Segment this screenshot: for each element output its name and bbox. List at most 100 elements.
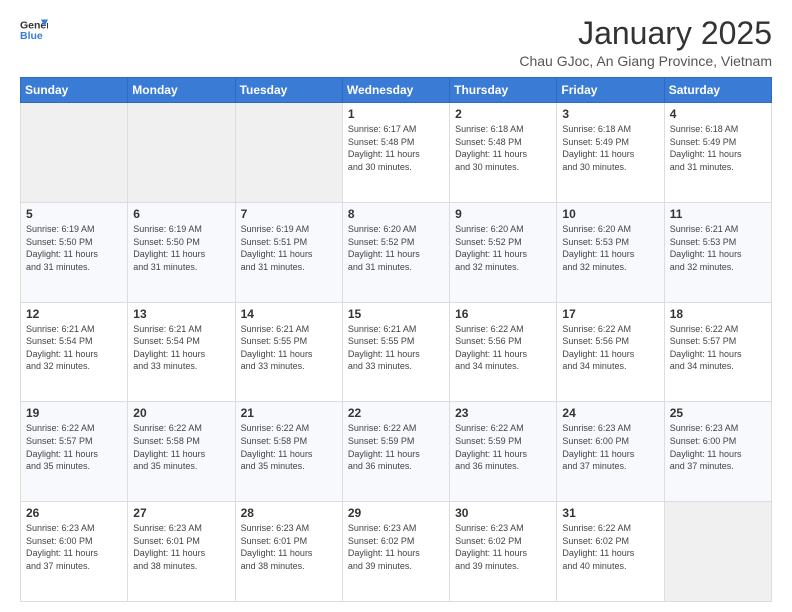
calendar-cell: 19Sunrise: 6:22 AM Sunset: 5:57 PM Dayli… — [21, 402, 128, 502]
calendar-cell: 31Sunrise: 6:22 AM Sunset: 6:02 PM Dayli… — [557, 502, 664, 602]
header-tuesday: Tuesday — [235, 78, 342, 103]
calendar-cell: 28Sunrise: 6:23 AM Sunset: 6:01 PM Dayli… — [235, 502, 342, 602]
week-row-1: 5 Sunrise: 6:19 AM Sunset: 5:50 PM Daylig… — [21, 202, 772, 302]
day-info: Sunrise: 6:17 AM Sunset: 5:48 PM Dayligh… — [348, 123, 444, 173]
calendar-cell: 18Sunrise: 6:22 AM Sunset: 5:57 PM Dayli… — [664, 302, 771, 402]
day-number: 23 — [455, 406, 551, 420]
week-row-2: 12Sunrise: 6:21 AM Sunset: 5:54 PM Dayli… — [21, 302, 772, 402]
header-saturday: Saturday — [664, 78, 771, 103]
day-number: 18 — [670, 307, 766, 321]
week-row-3: 19Sunrise: 6:22 AM Sunset: 5:57 PM Dayli… — [21, 402, 772, 502]
day-number: 31 — [562, 506, 658, 520]
week-row-4: 26 Sunrise: 6:23 AM Sunset: 6:00 PM Dayli… — [21, 502, 772, 602]
calendar-cell — [235, 103, 342, 203]
calendar-cell: 1 Sunrise: 6:17 AM Sunset: 5:48 PM Daylig… — [342, 103, 449, 203]
calendar-subtitle: Chau GJoc, An Giang Province, Vietnam — [519, 53, 772, 69]
day-number: 2 — [455, 107, 551, 121]
calendar-cell: 26 Sunrise: 6:23 AM Sunset: 6:00 PM Dayli… — [21, 502, 128, 602]
day-number: 20 — [133, 406, 229, 420]
day-number: 14 — [241, 307, 337, 321]
day-number: 13 — [133, 307, 229, 321]
day-info: Sunrise: 6:18 AM Sunset: 5:49 PM Dayligh… — [562, 123, 658, 173]
day-number: 11 — [670, 207, 766, 221]
day-number: 26 — [26, 506, 122, 520]
header-monday: Monday — [128, 78, 235, 103]
day-number: 5 — [26, 207, 122, 221]
calendar-cell: 10 Sunrise: 6:20 AM Sunset: 5:53 PM Dayli… — [557, 202, 664, 302]
calendar-cell: 9 Sunrise: 6:20 AM Sunset: 5:52 PM Daylig… — [450, 202, 557, 302]
calendar-cell: 25 Sunrise: 6:23 AM Sunset: 6:00 PM Dayli… — [664, 402, 771, 502]
calendar-cell: 27Sunrise: 6:23 AM Sunset: 6:01 PM Dayli… — [128, 502, 235, 602]
calendar-cell: 16Sunrise: 6:22 AM Sunset: 5:56 PM Dayli… — [450, 302, 557, 402]
day-info: Sunrise: 6:22 AM Sunset: 5:58 PM Dayligh… — [133, 422, 229, 472]
day-number: 7 — [241, 207, 337, 221]
day-number: 28 — [241, 506, 337, 520]
calendar-cell — [664, 502, 771, 602]
day-info: Sunrise: 6:20 AM Sunset: 5:53 PM Dayligh… — [562, 223, 658, 273]
header-wednesday: Wednesday — [342, 78, 449, 103]
day-number: 25 — [670, 406, 766, 420]
day-number: 4 — [670, 107, 766, 121]
day-number: 24 — [562, 406, 658, 420]
day-number: 1 — [348, 107, 444, 121]
day-number: 27 — [133, 506, 229, 520]
day-info: Sunrise: 6:23 AM Sunset: 6:02 PM Dayligh… — [348, 522, 444, 572]
day-info: Sunrise: 6:22 AM Sunset: 5:56 PM Dayligh… — [562, 323, 658, 373]
calendar-cell: 2 Sunrise: 6:18 AM Sunset: 5:48 PM Daylig… — [450, 103, 557, 203]
day-number: 10 — [562, 207, 658, 221]
svg-text:Blue: Blue — [20, 30, 43, 42]
day-number: 21 — [241, 406, 337, 420]
calendar-cell: 6Sunrise: 6:19 AM Sunset: 5:50 PM Daylig… — [128, 202, 235, 302]
header-friday: Friday — [557, 78, 664, 103]
day-number: 22 — [348, 406, 444, 420]
day-number: 16 — [455, 307, 551, 321]
day-info: Sunrise: 6:22 AM Sunset: 5:59 PM Dayligh… — [455, 422, 551, 472]
calendar-cell — [128, 103, 235, 203]
calendar-cell — [21, 103, 128, 203]
day-number: 30 — [455, 506, 551, 520]
calendar-cell: 24Sunrise: 6:23 AM Sunset: 6:00 PM Dayli… — [557, 402, 664, 502]
day-number: 29 — [348, 506, 444, 520]
calendar-cell: 12Sunrise: 6:21 AM Sunset: 5:54 PM Dayli… — [21, 302, 128, 402]
calendar-cell: 8 Sunrise: 6:20 AM Sunset: 5:52 PM Daylig… — [342, 202, 449, 302]
calendar-cell: 30Sunrise: 6:23 AM Sunset: 6:02 PM Dayli… — [450, 502, 557, 602]
calendar-cell: 29 Sunrise: 6:23 AM Sunset: 6:02 PM Dayli… — [342, 502, 449, 602]
day-info: Sunrise: 6:22 AM Sunset: 5:57 PM Dayligh… — [26, 422, 122, 472]
day-info: Sunrise: 6:19 AM Sunset: 5:51 PM Dayligh… — [241, 223, 337, 273]
logo: General Blue — [20, 16, 48, 44]
calendar-cell: 13 Sunrise: 6:21 AM Sunset: 5:54 PM Dayli… — [128, 302, 235, 402]
calendar-table: SundayMondayTuesdayWednesdayThursdayFrid… — [20, 77, 772, 602]
day-number: 9 — [455, 207, 551, 221]
day-number: 15 — [348, 307, 444, 321]
day-info: Sunrise: 6:23 AM Sunset: 6:00 PM Dayligh… — [670, 422, 766, 472]
calendar-cell: 5 Sunrise: 6:19 AM Sunset: 5:50 PM Daylig… — [21, 202, 128, 302]
day-info: Sunrise: 6:19 AM Sunset: 5:50 PM Dayligh… — [26, 223, 122, 273]
calendar-cell: 7 Sunrise: 6:19 AM Sunset: 5:51 PM Daylig… — [235, 202, 342, 302]
calendar-cell: 17 Sunrise: 6:22 AM Sunset: 5:56 PM Dayli… — [557, 302, 664, 402]
calendar-cell: 22 Sunrise: 6:22 AM Sunset: 5:59 PM Dayli… — [342, 402, 449, 502]
day-number: 6 — [133, 207, 229, 221]
day-info: Sunrise: 6:21 AM Sunset: 5:55 PM Dayligh… — [348, 323, 444, 373]
header-thursday: Thursday — [450, 78, 557, 103]
day-info: Sunrise: 6:21 AM Sunset: 5:54 PM Dayligh… — [133, 323, 229, 373]
day-info: Sunrise: 6:23 AM Sunset: 6:00 PM Dayligh… — [26, 522, 122, 572]
title-block: January 2025 Chau GJoc, An Giang Provinc… — [519, 16, 772, 69]
calendar-cell: 15 Sunrise: 6:21 AM Sunset: 5:55 PM Dayli… — [342, 302, 449, 402]
calendar-cell: 3Sunrise: 6:18 AM Sunset: 5:49 PM Daylig… — [557, 103, 664, 203]
day-number: 8 — [348, 207, 444, 221]
day-info: Sunrise: 6:20 AM Sunset: 5:52 PM Dayligh… — [348, 223, 444, 273]
day-info: Sunrise: 6:22 AM Sunset: 5:58 PM Dayligh… — [241, 422, 337, 472]
day-info: Sunrise: 6:18 AM Sunset: 5:48 PM Dayligh… — [455, 123, 551, 173]
calendar-cell: 11 Sunrise: 6:21 AM Sunset: 5:53 PM Dayli… — [664, 202, 771, 302]
calendar-cell: 21 Sunrise: 6:22 AM Sunset: 5:58 PM Dayli… — [235, 402, 342, 502]
day-info: Sunrise: 6:22 AM Sunset: 5:59 PM Dayligh… — [348, 422, 444, 472]
calendar-title: January 2025 — [519, 16, 772, 51]
week-row-0: 1 Sunrise: 6:17 AM Sunset: 5:48 PM Daylig… — [21, 103, 772, 203]
day-info: Sunrise: 6:20 AM Sunset: 5:52 PM Dayligh… — [455, 223, 551, 273]
calendar-cell: 20 Sunrise: 6:22 AM Sunset: 5:58 PM Dayli… — [128, 402, 235, 502]
header-sunday: Sunday — [21, 78, 128, 103]
day-info: Sunrise: 6:21 AM Sunset: 5:53 PM Dayligh… — [670, 223, 766, 273]
logo-icon: General Blue — [20, 16, 48, 44]
day-number: 17 — [562, 307, 658, 321]
day-info: Sunrise: 6:21 AM Sunset: 5:54 PM Dayligh… — [26, 323, 122, 373]
